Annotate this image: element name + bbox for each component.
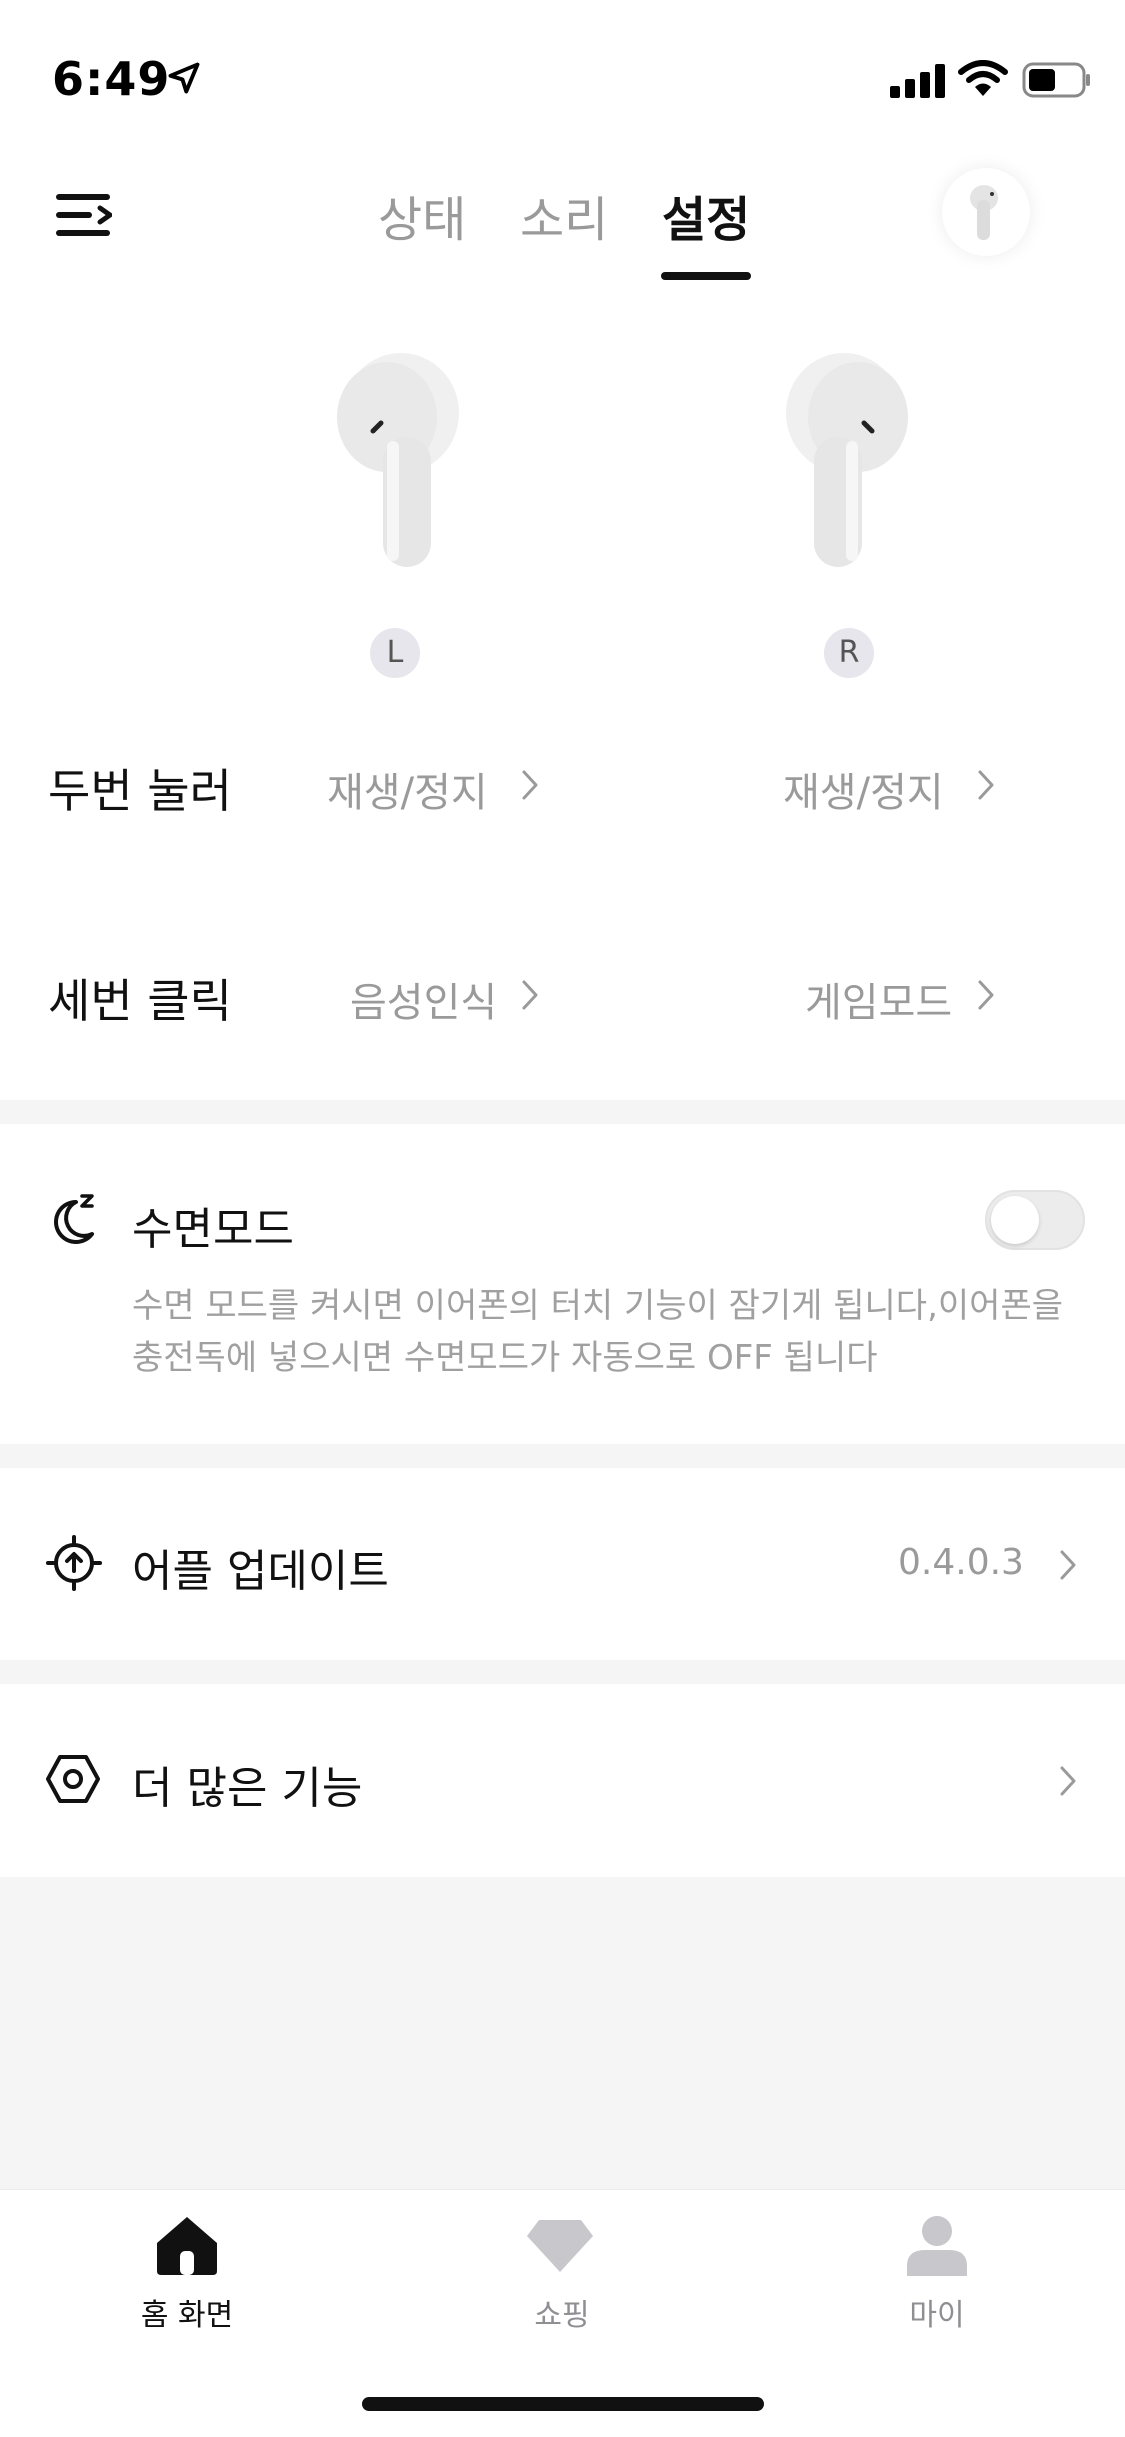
battery-icon [1022, 62, 1090, 98]
double-tap-left-value: 재생/정지 [327, 770, 488, 816]
diamond-icon [527, 2220, 593, 2272]
sleep-mode-toggle[interactable] [985, 1190, 1085, 1250]
double-tap-label: 두번 눌러 [48, 764, 232, 818]
left-earbud-image [337, 353, 459, 567]
device-avatar-button[interactable] [942, 168, 1030, 256]
firmware-update-icon [46, 1535, 102, 1591]
section-divider [0, 1100, 1125, 1124]
home-indicator [362, 2397, 764, 2411]
app-version: 0.4.0.3 [898, 1542, 1024, 1583]
nav-label-home: 홈 화면 [140, 2298, 234, 2333]
chevron-right-icon [1060, 1550, 1076, 1580]
tab-status[interactable]: 상태 [378, 180, 466, 250]
left-earbud-badge: L [370, 628, 420, 678]
section-divider [0, 1444, 1125, 1468]
wifi-icon [958, 60, 1008, 96]
hexagon-settings-icon [46, 1755, 100, 1803]
chevron-right-icon [1060, 1766, 1076, 1796]
more-features-title: 더 많은 기능 [132, 1763, 363, 1814]
toggle-knob [991, 1196, 1039, 1244]
nav-label-shopping: 쇼핑 [534, 2298, 590, 2333]
chevron-right-icon [522, 980, 538, 1010]
chevron-right-icon [522, 770, 538, 800]
tab-settings[interactable]: 설정 [662, 180, 750, 250]
triple-tap-label: 세번 클릭 [48, 974, 232, 1028]
right-earbud-image [786, 353, 908, 567]
home-icon [157, 2217, 217, 2275]
profile-icon [907, 2216, 967, 2276]
cellular-signal-icon [890, 64, 945, 98]
nav-label-my: 마이 [909, 2298, 965, 2333]
triple-tap-right-value: 게임모드 [805, 980, 953, 1026]
chevron-right-icon [978, 770, 994, 800]
chevron-right-icon [978, 980, 994, 1010]
app-update-title: 어플 업데이트 [132, 1546, 389, 1597]
active-tab-indicator [661, 272, 751, 280]
sleep-mode-description: 수면 모드를 켜시면 이어폰의 터치 기능이 잠기게 됩니다,이어폰을 충전독에… [132, 1286, 1064, 1378]
earbud-icon [970, 185, 998, 240]
section-divider [0, 1660, 1125, 1684]
sleep-mode-title: 수면모드 [132, 1204, 294, 1255]
empty-area [0, 1877, 1125, 2189]
right-earbud-badge: R [824, 628, 874, 678]
location-arrow-icon [168, 62, 200, 94]
sleep-moon-icon [54, 1194, 94, 1244]
triple-tap-left-value: 음성인식 [350, 980, 498, 1026]
status-time: 6:49 [52, 52, 171, 106]
tab-sound[interactable]: 소리 [520, 180, 608, 250]
double-tap-right-value: 재생/정지 [783, 770, 944, 816]
